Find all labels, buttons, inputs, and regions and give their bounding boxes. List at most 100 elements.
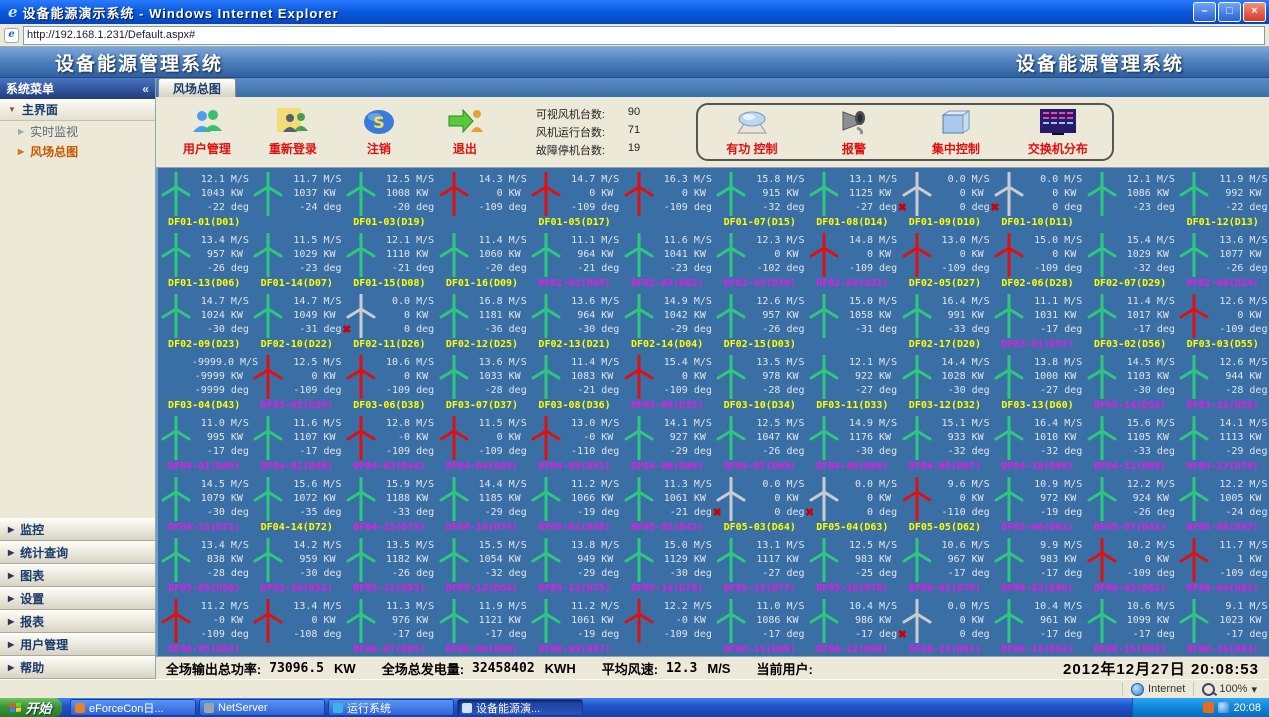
turbine-cell[interactable]: ✖ 11.4M/S 1060KW -20deg DF01-16(D09) [436,229,529,290]
turbine-cell[interactable]: ✖ 11.6M/S 1107KW -17deg DF04-02(D48) [250,412,343,473]
turbine-cell[interactable]: ✖ 15.0M/S 1129KW -30deg DF05-14(D76) [621,534,714,595]
turbine-cell[interactable]: ✖ 11.7M/S 1037KW -24deg [250,168,343,229]
turbine-cell[interactable]: ✖ 11.2M/S 1061KW -19deg DF06-09(D87) [528,595,621,656]
turbine-cell[interactable]: ✖ 14.7M/S 1024KW -30deg DF02-09(D23) [158,290,251,351]
turbine-cell[interactable]: ✖ 14.3M/S 0KW -109deg [436,168,529,229]
turbine-cell[interactable]: ✖ 12.2M/S -0KW -109deg [621,595,714,656]
taskbar-task-button[interactable]: 设备能源演... [457,699,583,716]
turbine-cell[interactable]: ✖ 11.1M/S 1031KW -17deg DF03-01(D57) [991,290,1084,351]
tray-network-icon[interactable] [1218,702,1230,713]
address-input[interactable]: http://192.168.1.231/Default.aspx# [23,25,1265,45]
turbine-cell[interactable]: ✖ 12.5M/S 0KW -109deg DF03-05(D39) [250,351,343,412]
turbine-cell[interactable]: ✖ 12.5M/S 1047KW -26deg DF04-07(D65) [713,412,806,473]
turbine-cell[interactable]: ✖ 13.4M/S 0KW -108deg [250,595,343,656]
turbine-cell[interactable]: ✖ 12.8M/S -0KW -109deg DF04-03(D44) [343,412,436,473]
turbine-cell[interactable]: ✖ 14.7M/S 1049KW -31deg DF02-10(D22) [250,290,343,351]
turbine-cell[interactable]: ✖ 14.7M/S 0KW -109deg DF01-05(D17) [528,168,621,229]
turbine-cell[interactable]: ✖ 12.5M/S 983KW -25deg DF05-16(D78) [806,534,899,595]
turbine-cell[interactable]: ✖ 0.0 M/S 0 KW 0 deg DF01-09(D10) [898,168,992,229]
taskbar-task-button[interactable]: 运行系统 [328,699,454,716]
start-button[interactable]: 开始 [0,698,62,717]
turbine-cell[interactable]: ✖ 12.3M/S 0KW -102deg DF02-03(D30) [713,229,806,290]
turbine-cell[interactable]: ✖ 13.1M/S 1117KW -27deg DF05-15(D77) [713,534,806,595]
turbine-cell[interactable]: ✖ 15.0M/S 0KW -109deg DF02-06(D28) [991,229,1084,290]
turbine-cell[interactable]: ✖ 14.2M/S 959KW -30deg DF05-10(D52) [250,534,343,595]
turbine-cell[interactable]: ✖ 10.4M/S 986KW -17deg DF06-12(D90) [806,595,899,656]
turbine-cell[interactable]: ✖ 10.6M/S 967KW -17deg DF06-01(D79) [899,534,992,595]
turbine-cell[interactable]: ✖ 12.1M/S 922KW -27deg DF03-11(D33) [806,351,899,412]
turbine-cell[interactable]: ✖ 16.4M/S 1010KW -32deg DF04-10(D68) [991,412,1084,473]
turbine-cell[interactable]: ✖ 14.9M/S 1042KW -29deg DF02-14(D04) [621,290,714,351]
turbine-cell[interactable]: ✖ 12.1M/S 1110KW -21deg DF01-15(D08) [343,229,436,290]
central-control-button[interactable]: 集中控制 [912,106,1000,157]
tray-alert-icon[interactable] [1203,702,1215,713]
turbine-cell[interactable]: ✖ 13.8M/S 1000KW -27deg DF03-13(D60) [991,351,1084,412]
turbine-cell[interactable]: ✖ 12.2M/S 924KW -26deg DF05-07(D41) [1084,473,1177,534]
turbine-cell[interactable]: ✖ 9.1 M/S 1023 KW -17 deg DF06-16(D94) [1176,595,1269,656]
turbine-cell[interactable]: ✖ 14.9M/S 1176KW -30deg DF04-08(D66) [806,412,899,473]
turbine-cell[interactable]: ✖ 14.5M/S 1103KW -30deg DF03-14(D58) [1084,351,1177,412]
sidebar-menu-item[interactable]: ▶ 统计查询 [0,541,155,564]
maximize-button[interactable]: □ [1218,2,1241,22]
turbine-cell[interactable]: ✖ 12.1M/S 1043KW -22deg DF01-01(D01) [158,168,251,229]
turbine-cell[interactable]: ✖ 10.2M/S 0KW -109deg DF06-03(D81) [1084,534,1177,595]
turbine-cell[interactable]: ✖ 0.0 M/S 0 KW 0 deg DF01-10(D11) [990,168,1084,229]
turbine-cell[interactable]: ✖ 11.9M/S 1121KW -17deg DF06-08(D86) [436,595,529,656]
turbine-cell[interactable]: ✖ 11.4M/S 1017KW -17deg DF03-02(D56) [1084,290,1177,351]
turbine-cell[interactable]: ✖ 15.6M/S 1105KW -33deg DF04-11(D69) [1084,412,1177,473]
sidebar-menu-item[interactable]: ▶ 帮助 [0,656,155,679]
turbine-cell[interactable]: ✖ 11.3M/S 976KW -17deg DF06-07(D85) [343,595,436,656]
close-button[interactable]: × [1243,2,1266,22]
turbine-cell[interactable]: ✖ 11.7 M/S 1 KW -109 deg DF06-04(D82) [1176,534,1269,595]
turbine-cell[interactable]: ✖ 14.1M/S 927KW -29deg DF04-06(D46) [621,412,714,473]
turbine-cell[interactable]: ✖ 11.4M/S 1083KW -21deg DF03-08(D36) [528,351,621,412]
turbine-cell[interactable]: ✖ 14.1 M/S 1113 KW -29 deg DF04-12(D70) [1176,412,1269,473]
relogin-button[interactable]: 重新登录 [250,106,336,157]
zoom-control[interactable]: 100% ▾ [1193,682,1265,696]
turbine-cell[interactable]: ✖ 14.5M/S 1079KW -30deg DF04-13(D71) [158,473,251,534]
turbine-cell[interactable]: ✖ 11.2M/S 1066KW -19deg DF05-01(D40) [528,473,621,534]
turbine-cell[interactable]: ✖ 12.6 M/S 0 KW -109 deg DF03-03(D55) [1176,290,1269,351]
turbine-cell[interactable]: ✖ 13.6M/S 964KW -30deg DF02-13(D21) [528,290,621,351]
turbine-cell[interactable]: ✖ 0.0 M/S 0 KW 0 deg DF05-03(D64) [712,473,806,534]
turbine-cell[interactable]: ✖ 15.9M/S 1188KW -33deg DF04-15(D73) [343,473,436,534]
turbine-cell[interactable]: ✖ 11.6M/S 1041KW -23deg DF02-02(D02) [621,229,714,290]
turbine-cell[interactable]: ✖ 11.9 M/S 992 KW -22 deg DF01-12(D13) [1176,168,1269,229]
turbine-cell[interactable]: ✖ 13.5M/S 978KW -28deg DF03-10(D34) [713,351,806,412]
turbine-cell[interactable]: ✖ 9.9M/S 983KW -17deg DF06-02(D80) [991,534,1084,595]
turbine-cell[interactable]: ✖ 15.5M/S 1054KW -32deg DF05-12(D54) [436,534,529,595]
switch-distribution-button[interactable]: 交换机分布 [1014,106,1102,157]
turbine-cell[interactable]: ✖ 11.3M/S 1061KW -21deg DF05-02(D42) [621,473,714,534]
turbine-cell[interactable]: ✖ 11.0M/S 995KW -17deg DF04-01(D49) [158,412,251,473]
turbine-cell[interactable]: ✖ 16.8M/S 1181KW -36deg DF02-12(D25) [436,290,529,351]
turbine-cell[interactable]: ✖ 12.6M/S 957KW -26deg DF02-15(D03) [713,290,806,351]
sidebar-item-windfarm-overview[interactable]: ▶ 风场总图 [0,141,155,161]
sidebar-group-main[interactable]: ▼ 主界面 [0,99,155,121]
turbine-cell[interactable]: ✖ 13.0M/S 0KW -109deg DF02-05(D27) [899,229,992,290]
turbine-cell[interactable]: ✖ 15.4M/S 1029KW -32deg DF02-07(D29) [1084,229,1177,290]
turbine-cell[interactable]: ✖ 10.9M/S 972KW -19deg DF05-06(D61) [991,473,1084,534]
turbine-cell[interactable]: ✖ 13.0M/S -0KW -110deg DF04-05(D51) [528,412,621,473]
turbine-cell[interactable]: ✖ 15.4M/S 0KW -109deg DF03-09(D35) [621,351,714,412]
turbine-cell[interactable]: ✖ 11.1M/S 964KW -21deg DF02-01(D05) [528,229,621,290]
sidebar-menu-item[interactable]: ▶ 设置 [0,587,155,610]
minimize-button[interactable]: – [1193,2,1216,22]
sidebar-item-realtime[interactable]: ▶ 实时监视 [0,121,155,141]
turbine-cell[interactable]: ✖ 15.8M/S 915KW -32deg DF01-07(D15) [713,168,806,229]
turbine-cell[interactable]: ✖ 0.0 M/S 0 KW 0 deg DF02-11(D26) [342,290,436,351]
turbine-cell[interactable]: ✖ 15.6M/S 1072KW -35deg DF04-14(D72) [250,473,343,534]
active-power-control-button[interactable]: 有功 控制 [708,106,796,157]
turbine-cell[interactable]: ✖ 14.8M/S 0KW -109deg DF02-04(D31) [806,229,899,290]
turbine-cell[interactable]: ✖ 14.4M/S 1185KW -29deg DF04-16(D74) [436,473,529,534]
turbine-cell[interactable]: ✖ 13.5M/S 1182KW -26deg DF05-11(D53) [343,534,436,595]
turbine-cell[interactable]: ✖ 16.3M/S 0KW -109deg [621,168,714,229]
turbine-cell[interactable]: ✖ 12.1M/S 1086KW -23deg [1084,168,1177,229]
turbine-cell[interactable]: ✖ 13.8M/S 949KW -29deg DF05-13(D75) [528,534,621,595]
turbine-cell[interactable]: ✖ 13.4M/S 838KW -28deg DF05-09(D50) [158,534,251,595]
alarm-button[interactable]: 报警 [810,106,898,157]
user-management-button[interactable]: 用户管理 [164,106,250,157]
turbine-cell[interactable]: ✖ 14.4M/S 1028KW -30deg DF03-12(D32) [899,351,992,412]
turbine-cell[interactable]: ✖ 13.4M/S 957KW -26deg DF01-13(D06) [158,229,251,290]
sidebar-menu-item[interactable]: ▶ 图表 [0,564,155,587]
turbine-cell[interactable]: ✖ 10.4M/S 961KW -17deg DF06-14(D92) [991,595,1084,656]
